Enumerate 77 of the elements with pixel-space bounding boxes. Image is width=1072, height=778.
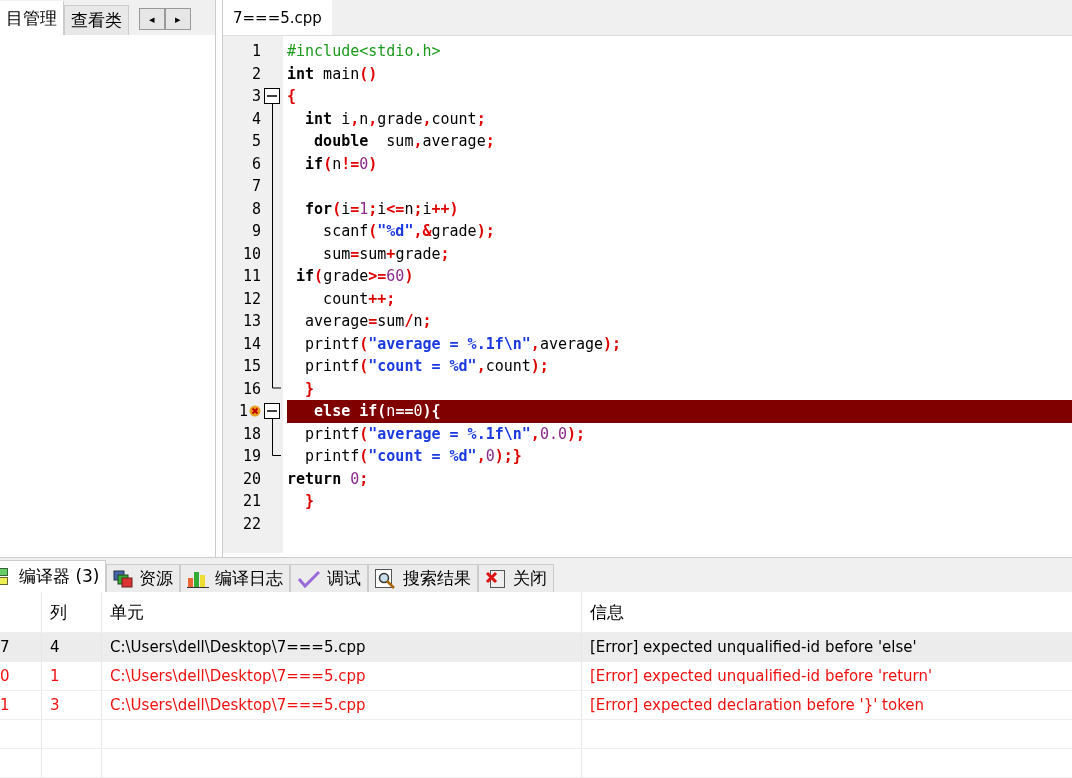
message-row[interactable]: 7 4 C:\Users\dell\Desktop\7===5.cpp [Error] expected unqualified-id before 'else' xyxy=(0,633,1072,662)
table-cell: 1 xyxy=(0,696,10,714)
line-number: 13 xyxy=(242,312,261,331)
code-line: sum=sum+grade; xyxy=(322,244,450,263)
panel-tab[interactable]: 查看类 xyxy=(64,5,129,35)
code-line: scanf("%d",&grade); xyxy=(322,222,495,241)
line-number: 3 xyxy=(251,87,261,106)
code-line: } xyxy=(304,379,315,398)
code-line: printf("count = %d",count); xyxy=(304,357,549,376)
table-cell: 4 xyxy=(50,638,60,656)
line-number: 11 xyxy=(242,267,261,286)
line-number: 1 xyxy=(251,42,261,61)
column-header[interactable]: 列 xyxy=(42,592,102,632)
bar-chart-icon xyxy=(187,569,210,588)
copy-icon xyxy=(113,569,134,588)
code-line: if(n!=0) xyxy=(304,154,378,173)
column-header[interactable]: 单元 xyxy=(102,592,582,632)
message-row[interactable]: 1 3 C:\Users\dell\Desktop\7===5.cpp [Error] expected declaration before '}' token xyxy=(0,691,1072,720)
line-number: 2 xyxy=(251,64,261,83)
output-tab[interactable]: 调试 xyxy=(290,564,369,592)
line-number: 10 xyxy=(242,244,261,263)
table-cell: [Error] expected unqualified-id before 'return' xyxy=(590,667,933,685)
line-number: 4 xyxy=(251,109,261,128)
close-icon xyxy=(485,568,508,589)
line-number: 15 xyxy=(242,357,261,376)
code-line: } xyxy=(304,492,315,511)
table-cell: C:\Users\dell\Desktop\7===5.cpp xyxy=(110,696,366,714)
scroll-button[interactable]: ◂ xyxy=(139,8,165,30)
check-icon xyxy=(297,569,322,588)
table-cell: 1 xyxy=(50,667,60,685)
table-cell: [Error] expected unqualified-id before 'else' xyxy=(590,638,917,656)
code-line: for(i=1;i<=n;i++) xyxy=(304,199,459,218)
code-line: return 0; xyxy=(287,469,369,488)
line-number: 22 xyxy=(242,514,261,533)
line-number: 1 xyxy=(238,402,248,421)
line-number: 9 xyxy=(251,222,261,241)
line-number: 20 xyxy=(242,469,261,488)
table-cell: [Error] expected declaration before '}' token xyxy=(590,696,925,714)
code-line: average=sum/n; xyxy=(304,312,432,331)
code-line: count++; xyxy=(322,289,396,308)
code-line: printf("average = %.1f\n",0.0); xyxy=(304,424,586,443)
output-tab[interactable]: 编译日志 xyxy=(180,564,291,592)
column-header[interactable]: 信息 xyxy=(582,592,1072,632)
output-tab[interactable]: 搜索结果 xyxy=(368,564,479,592)
message-row[interactable]: 0 1 C:\Users\dell\Desktop\7===5.cpp [Error] expected unqualified-id before 'return' xyxy=(0,662,1072,691)
code-line: double sum,average; xyxy=(313,132,495,151)
scroll-button[interactable]: ▸ xyxy=(165,8,191,30)
output-tab[interactable]: 编译器 (3) xyxy=(0,560,107,592)
line-number: 6 xyxy=(251,154,261,173)
line-number: 19 xyxy=(242,447,261,466)
fold-toggle-icon[interactable] xyxy=(264,88,280,104)
line-number: 7 xyxy=(251,177,261,196)
output-tab[interactable]: 关闭 xyxy=(478,564,555,592)
file-tab[interactable]: 7===5.cpp xyxy=(223,0,332,35)
code-line: else if(n==0){ xyxy=(313,402,441,421)
output-tab[interactable]: 资源 xyxy=(106,564,181,592)
line-number: 14 xyxy=(242,334,261,353)
table-cell: C:\Users\dell\Desktop\7===5.cpp xyxy=(110,638,366,656)
code-line: int i,n,grade,count; xyxy=(304,109,486,128)
table-cell: C:\Users\dell\Desktop\7===5.cpp xyxy=(110,667,366,685)
fold-toggle-icon[interactable] xyxy=(264,403,280,419)
code-line: { xyxy=(287,87,297,106)
code-line: if(grade>=60) xyxy=(295,267,414,286)
code-line: printf("average = %.1f\n",average); xyxy=(304,334,622,353)
panel-tab[interactable]: 目管理 xyxy=(0,1,64,35)
line-number: 16 xyxy=(242,379,261,398)
table-cell: 7 xyxy=(0,638,10,656)
line-number: 12 xyxy=(242,289,261,308)
line-number: 21 xyxy=(242,492,261,511)
line-number: 8 xyxy=(251,199,261,218)
code-line: int main() xyxy=(287,64,378,83)
line-number: 5 xyxy=(251,132,261,151)
code-line: printf("count = %d",0);} xyxy=(304,447,522,466)
table-cell: 3 xyxy=(50,696,60,714)
table-cell: 0 xyxy=(0,667,10,685)
line-number: 18 xyxy=(242,424,261,443)
code-line: #include<stdio.h> xyxy=(287,42,441,61)
